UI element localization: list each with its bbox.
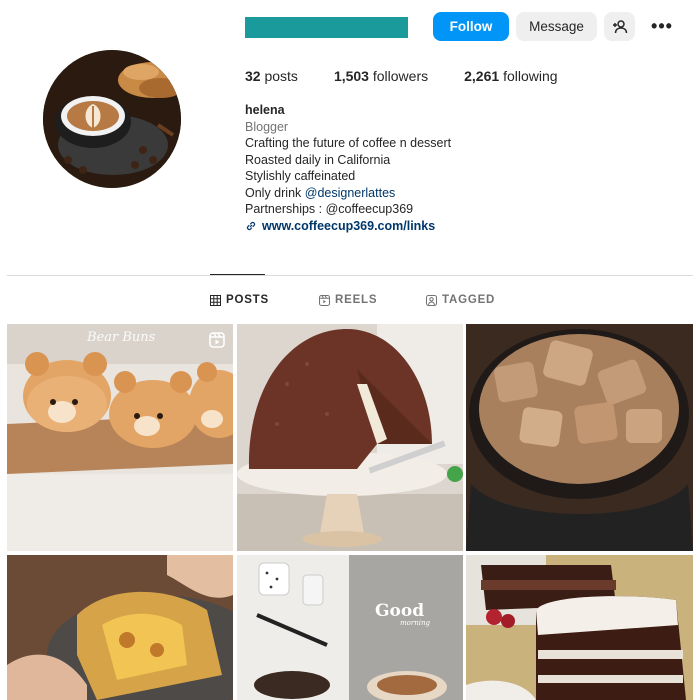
profile-stats: 32 posts 1,503 followers 2,261 following: [245, 68, 594, 84]
tab-reels-label: REELS: [335, 294, 378, 306]
tab-posts-label: POSTS: [226, 294, 269, 306]
tab-tagged-label: TAGGED: [442, 294, 496, 306]
reel-badge-icon: [209, 332, 225, 348]
post-caption-overlay: Bear Buns: [87, 330, 156, 345]
website-link[interactable]: www.coffeecup369.com/links: [245, 218, 451, 235]
active-tab-indicator: [210, 274, 265, 275]
mention-link[interactable]: @designerlattes: [305, 186, 396, 200]
bear-buns-image: [7, 324, 233, 551]
following-count: 2,261: [464, 68, 504, 84]
bio-line: Only drink @designerlattes: [245, 185, 451, 202]
posts-stat: 32 posts: [245, 68, 298, 84]
following-stat[interactable]: 2,261 following: [464, 68, 557, 84]
post-caption-overlay: Good: [375, 601, 425, 621]
posts-count: 32: [245, 68, 265, 84]
reels-icon: [319, 294, 330, 306]
posts-label: posts: [264, 68, 298, 84]
tagged-icon: [426, 294, 437, 306]
more-dots-icon: •••: [651, 15, 673, 36]
bio-line: Roasted daily in California: [245, 152, 391, 167]
website-link-text: www.coffeecup369.com/links: [262, 218, 436, 233]
bio-line: Crafting the future of coffee n dessert: [245, 136, 452, 150]
tabs-divider: [7, 275, 693, 276]
iced-coffee-image: [466, 324, 693, 551]
followers-stat[interactable]: 1,503 followers: [334, 68, 428, 84]
followers-count: 1,503: [333, 68, 373, 84]
post-tile[interactable]: [466, 324, 693, 551]
grid-icon: [210, 294, 221, 306]
person-add-icon: [612, 19, 627, 33]
followers-label: followers: [372, 68, 429, 84]
post-tile[interactable]: Good morning: [237, 555, 463, 700]
follow-button[interactable]: Follow: [433, 12, 509, 41]
tab-tagged[interactable]: TAGGED: [426, 294, 495, 306]
good-morning-coffee-image: [237, 555, 463, 700]
post-caption-overlay-sub: morning: [400, 619, 430, 627]
profile-name: helena: [245, 103, 285, 117]
cheesy-bread-image: [7, 555, 233, 700]
bio-text: Only drink: [245, 185, 305, 200]
post-tile[interactable]: [466, 555, 693, 700]
chocolate-dome-cake-image: [237, 324, 463, 551]
profile-avatar[interactable]: [43, 50, 181, 188]
message-button[interactable]: Message: [516, 12, 597, 41]
following-label: following: [503, 68, 558, 84]
suggest-people-button[interactable]: [604, 12, 635, 41]
post-tile[interactable]: Bear Buns: [7, 324, 233, 551]
link-icon: [246, 221, 256, 230]
tab-posts[interactable]: POSTS: [210, 294, 269, 306]
username-redacted-bar: [245, 17, 408, 38]
profile-bio: helena Blogger Crafting the future of co…: [245, 102, 451, 234]
profile-category: Blogger: [245, 119, 289, 134]
bio-line: Partnerships : @coffeecup369: [245, 202, 414, 216]
avatar-latte-image: [43, 50, 181, 188]
more-options-button[interactable]: •••: [648, 16, 676, 36]
post-tile[interactable]: [237, 324, 463, 551]
bio-line: Stylishly caffeinated: [245, 169, 356, 183]
post-tile[interactable]: [7, 555, 233, 700]
chocolate-cake-slice-image: [466, 555, 693, 700]
tab-reels[interactable]: REELS: [319, 294, 377, 306]
